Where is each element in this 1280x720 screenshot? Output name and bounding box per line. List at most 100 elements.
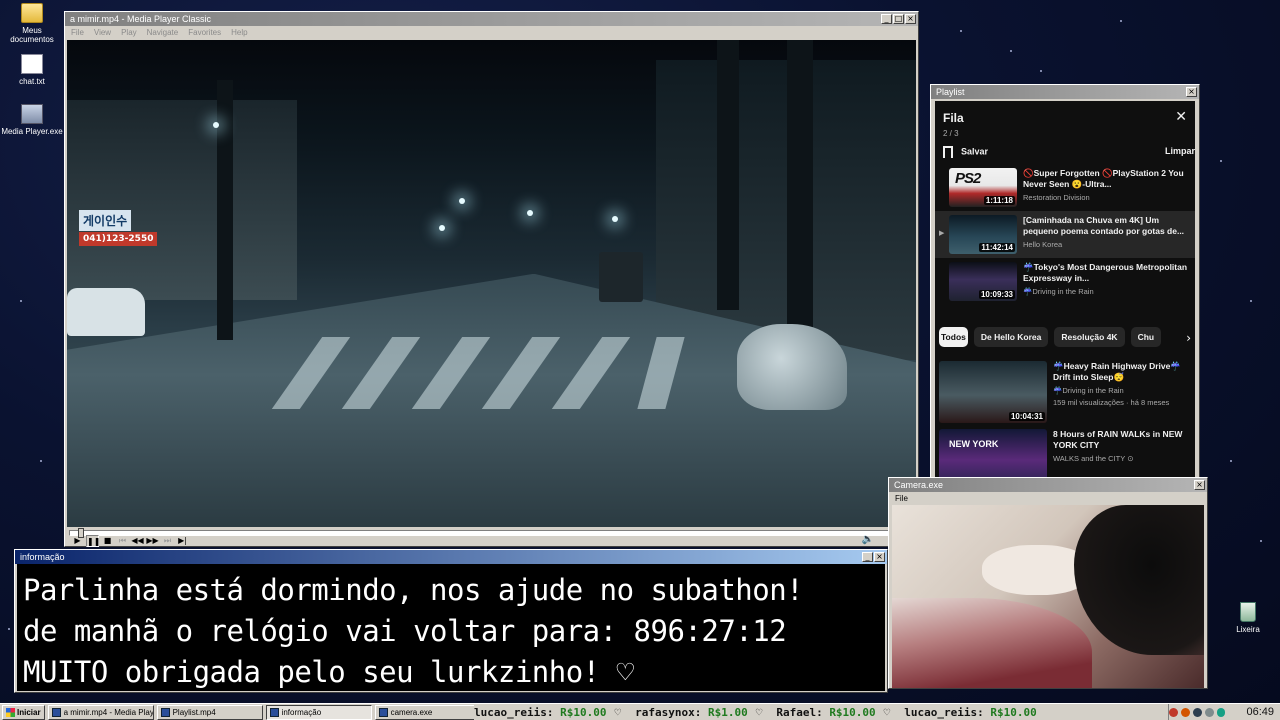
taskbar-item-playlist[interactable]: Playlist.mp4 [156, 704, 263, 720]
street-light [213, 122, 219, 128]
channel-name: Restoration Division [1023, 193, 1090, 202]
video-tree [717, 40, 739, 310]
clear-button[interactable]: Limpar [1165, 146, 1195, 158]
close-button[interactable]: × [874, 552, 885, 562]
media-player-window[interactable]: a mimir.mp4 - Media Player Classic _ □ ×… [64, 11, 919, 547]
menu-play[interactable]: Play [121, 28, 137, 37]
info-line-timer: de manhã o relógio vai voltar para: 896:… [23, 614, 787, 648]
ticker-user: lucao_reiis: [474, 705, 554, 719]
volume-icon[interactable]: 🔈 [862, 534, 874, 545]
now-playing-icon: ▶ [939, 230, 945, 237]
menu-bar: File [889, 492, 1207, 504]
menu-favorites[interactable]: Favorites [188, 28, 221, 37]
menu-view[interactable]: View [94, 28, 111, 37]
video-trash-bags [737, 324, 847, 410]
info-line: Parlinha está dormindo, nos ajude no sub… [23, 573, 804, 607]
taskbar-item-camera[interactable]: camera.exe [374, 704, 481, 720]
recommended-item[interactable]: NEW YORK 8 Hours of RAIN WALKs in NEW YO… [935, 423, 1195, 477]
play-button[interactable]: ▶ [71, 535, 84, 547]
previous-button[interactable]: ⏮ [116, 535, 129, 547]
menu-help[interactable]: Help [231, 28, 247, 37]
forward-button[interactable]: ▶▶ [146, 535, 159, 547]
volume-icon[interactable] [1204, 707, 1214, 717]
close-button[interactable]: × [1186, 87, 1197, 97]
desktop-icon-chat-txt[interactable]: chat.txt [0, 54, 64, 86]
channel-name: ☔Driving in the Rain [1023, 287, 1094, 296]
save-button[interactable]: Salvar [943, 146, 988, 158]
close-button[interactable]: × [905, 14, 916, 24]
pause-button[interactable]: ❚❚ [86, 535, 100, 547]
camera-blanket [892, 598, 1092, 688]
video-thumbnail: 10:09:33 [949, 262, 1017, 301]
video-title: [Caminhada na Chuva em 4K] Um pequeno po… [1023, 215, 1185, 236]
window-icon [269, 707, 279, 717]
start-label: Iniciar [17, 707, 41, 717]
maximize-button[interactable]: □ [893, 14, 904, 24]
chip-from-channel[interactable]: De Hello Korea [973, 327, 1049, 347]
playlist-window[interactable]: Playlist × Fila 2 / 3 ✕ Salvar Limpar PS… [930, 84, 1200, 478]
frame-step-button[interactable]: ▶| [176, 535, 189, 547]
minimize-button[interactable]: _ [881, 14, 892, 24]
stop-button[interactable]: ■ [101, 535, 114, 547]
ticker-amount: R$10.00 [560, 705, 607, 719]
desktop-icon-recycle-bin[interactable]: Lixeira [1216, 602, 1280, 634]
media-player-titlebar[interactable]: a mimir.mp4 - Media Player Classic _ □ × [65, 12, 918, 26]
queue-actions: Salvar Limpar [935, 138, 1195, 158]
chip-4k[interactable]: Resolução 4K [1054, 327, 1125, 347]
playback-controls: ▶ ❚❚ ■ ⏮ ◀◀ ▶▶ ⏭ ▶| [71, 534, 189, 548]
chip-rain[interactable]: Chu [1130, 327, 1162, 347]
video-frame[interactable]: 게이인수 041)123-2550 [67, 40, 916, 527]
app-icon[interactable] [1180, 707, 1190, 717]
channel-name: WALKS and the CITY ⊙ [1053, 454, 1134, 463]
recommended-item[interactable]: 10:04:31 ☔Heavy Rain Highway Drive☔Drift… [935, 347, 1195, 423]
exe-icon [21, 104, 43, 124]
rewind-button[interactable]: ◀◀ [131, 535, 144, 547]
menu-file[interactable]: File [895, 494, 908, 503]
desktop-icon-label: chat.txt [19, 77, 45, 86]
camera-window[interactable]: Camera.exe × File [888, 477, 1208, 689]
window-title: Camera.exe [894, 480, 944, 490]
taskbar-item-label: informação [281, 707, 322, 717]
minimize-button[interactable]: _ [862, 552, 873, 562]
network-icon[interactable] [1192, 707, 1202, 717]
info-titlebar[interactable]: informação _ × [15, 550, 887, 564]
video-title: ☔Heavy Rain Highway Drive☔Drift into Sle… [1053, 361, 1181, 382]
desktop-icon-label: Lixeira [1236, 625, 1260, 634]
street-light [612, 216, 618, 222]
menu-navigate[interactable]: Navigate [147, 28, 179, 37]
ticker-amount: R$10.00 [990, 705, 1037, 719]
chevron-right-icon[interactable]: › [1186, 331, 1191, 345]
video-title: 🚫Super Forgotten 🚫PlayStation 2 You Neve… [1023, 168, 1184, 189]
taskbar-item-media-player[interactable]: a mimir.mp4 - Media Playe... [47, 704, 154, 720]
desktop-icon-label: Meus documentos [10, 26, 54, 44]
queue-item-current[interactable]: ▶ 11:42:14 [Caminhada na Chuva em 4K] Um… [935, 211, 1195, 258]
filter-chips: Todos De Hello Korea Resolução 4K Chu › [935, 305, 1195, 347]
desktop-icon-media-player[interactable]: Media Player.exe [0, 104, 64, 136]
text-file-icon [21, 54, 43, 74]
desktop-icon-my-documents[interactable]: Meus documentos [0, 3, 64, 44]
close-button[interactable]: × [1194, 480, 1205, 490]
info-window[interactable]: informação _ × Parlinha está dormindo, n… [14, 549, 888, 693]
next-button[interactable]: ⏭ [161, 535, 174, 547]
camera-titlebar[interactable]: Camera.exe × [889, 478, 1207, 492]
playlist-titlebar[interactable]: Playlist × [931, 85, 1199, 99]
donation-ticker: lucao_reiis: R$10.00 ♡ rafasynox: R$1.00 ♡… [474, 704, 1228, 720]
queue-item[interactable]: PS2 1:11:18 🚫Super Forgotten 🚫PlayStatio… [935, 164, 1195, 211]
video-tree [217, 80, 233, 340]
menu-file[interactable]: File [71, 28, 84, 37]
duration-badge: 1:11:18 [983, 196, 1015, 205]
start-button[interactable]: Iniciar [2, 704, 45, 720]
save-label: Salvar [961, 146, 989, 157]
taskbar-item-info[interactable]: informação [265, 704, 372, 720]
app-icon[interactable] [1216, 707, 1226, 717]
playlist-panel: Fila 2 / 3 ✕ Salvar Limpar PS2 1:11:18 🚫… [935, 101, 1195, 477]
taskbar-item-label: Playlist.mp4 [172, 707, 216, 717]
record-icon[interactable] [1169, 707, 1178, 717]
chip-all[interactable]: Todos [939, 327, 968, 347]
close-icon[interactable]: ✕ [1175, 109, 1187, 125]
queue-item[interactable]: 10:09:33 ☔Tokyo's Most Dangerous Metropo… [935, 258, 1195, 305]
seek-bar[interactable] [69, 528, 914, 538]
window-title: informação [20, 552, 65, 562]
video-shop-sign: 게이인수 [79, 210, 132, 231]
duration-badge: 10:04:31 [1008, 412, 1045, 421]
